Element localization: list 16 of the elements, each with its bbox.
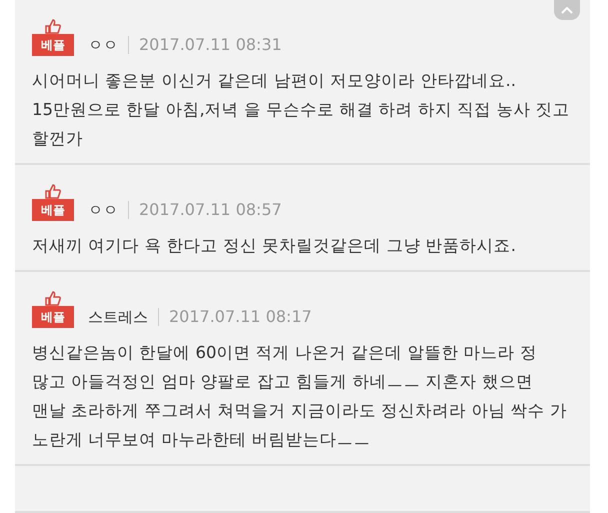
author-name: ㅇㅇ <box>88 200 118 221</box>
author-name: ㅇㅇ <box>88 34 118 56</box>
comment-date: 2017.07.11 08:17 <box>169 306 312 328</box>
comment-text: 시어머니 좋은분 이신거 같은데 남편이 저모양이라 안타깝네요.. 15만원으로 한달 아침,저녁 을 무슨수로 해결 하려 하지 직접 농사 짓고 할껀가 <box>32 70 571 150</box>
thumbs-up-icon <box>44 183 62 199</box>
thumbs-up-icon <box>44 290 62 306</box>
comment-date: 2017.07.11 08:57 <box>139 199 282 221</box>
best-comment-label: 베플 <box>32 199 74 221</box>
comment-text: 저새끼 여기다 욕 한다고 정신 못차릴것같은데 그냥 반품하시죠. <box>32 235 517 257</box>
chevron-icon <box>561 7 573 14</box>
author-name: 스트레스 <box>88 306 148 328</box>
best-comment-label: 베플 <box>32 306 74 328</box>
best-comment-label: 베플 <box>32 34 74 56</box>
comment-text: 병신같은놈이 한달에 60이면 적게 나온거 같은데 알뜰한 마느라 정 많고 아들걱정인 엄마 양팔로 잡고 힘들게 하네ㅡㅡ 지혼자 했으면 맨날 초라하게 쭈그려서 쳐먹을거 지금이라도 정신차려라 아님 싹수 가 노란게 너무보여 마누라한테 버림받는다ㅡㅡ <box>32 342 568 451</box>
comment-date: 2017.07.11 08:31 <box>139 34 282 56</box>
thumbs-up-icon <box>44 18 62 34</box>
